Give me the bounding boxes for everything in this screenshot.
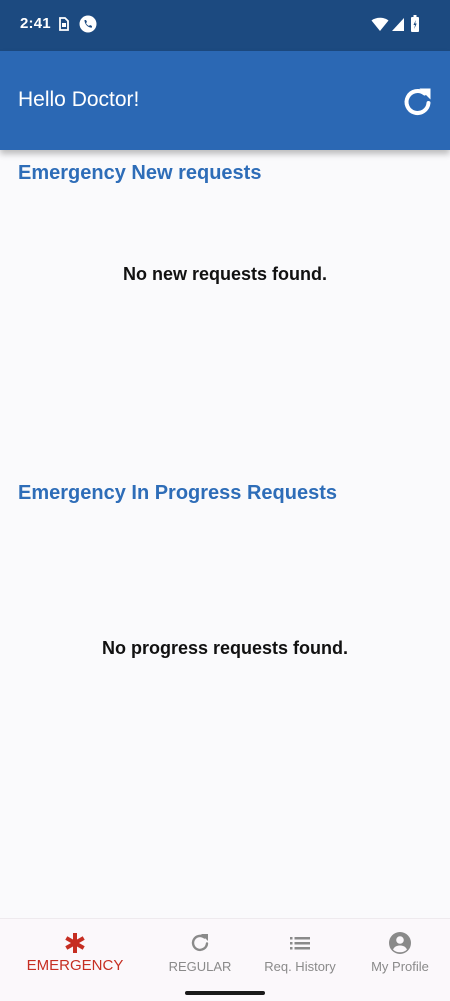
nav-label-my-profile: My Profile bbox=[371, 959, 429, 974]
page-title: Hello Doctor! bbox=[18, 88, 140, 111]
refresh-icon bbox=[404, 88, 431, 116]
sim-icon bbox=[59, 17, 69, 31]
nav-item-request-history[interactable]: Req. History bbox=[250, 919, 350, 985]
nav-item-emergency[interactable]: EMERGENCY bbox=[0, 919, 150, 985]
gesture-navigation-bar[interactable] bbox=[185, 991, 265, 995]
list-icon bbox=[290, 937, 310, 950]
new-requests-heading: Emergency New requests bbox=[18, 162, 262, 184]
nav-label-regular: REGULAR bbox=[168, 959, 232, 974]
account-circle-icon bbox=[389, 932, 411, 954]
signal-icon bbox=[392, 18, 404, 31]
refresh-icon bbox=[191, 934, 209, 952]
nav-label-emergency: EMERGENCY bbox=[26, 957, 124, 974]
phone-call-icon bbox=[79, 15, 97, 33]
in-progress-requests-empty-message: No progress requests found. bbox=[101, 638, 349, 658]
new-requests-empty-message: No new requests found. bbox=[122, 264, 327, 284]
nav-item-regular[interactable]: REGULAR bbox=[150, 919, 250, 985]
bottom-navigation: EMERGENCY REGULAR Req. History My Profil… bbox=[0, 918, 450, 1001]
app-bar: Hello Doctor! bbox=[0, 51, 450, 150]
refresh-button[interactable] bbox=[400, 84, 436, 120]
battery-icon bbox=[411, 15, 419, 32]
asterisk-icon bbox=[65, 933, 85, 953]
nav-item-my-profile[interactable]: My Profile bbox=[350, 919, 450, 985]
in-progress-requests-heading: Emergency In Progress Requests bbox=[18, 482, 338, 504]
nav-label-request-history: Req. History bbox=[264, 959, 336, 974]
status-bar: 2:41 bbox=[0, 0, 450, 51]
status-time: 2:41 bbox=[20, 15, 51, 32]
wifi-icon bbox=[371, 17, 389, 31]
